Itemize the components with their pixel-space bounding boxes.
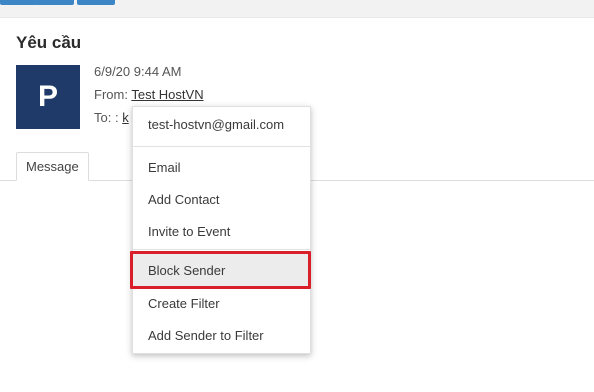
email-from: From: Test HostVN: [94, 87, 204, 102]
menu-header-email-address: test-hostvn@gmail.com: [148, 117, 285, 132]
email-subject: Yêu cầu: [16, 33, 82, 52]
menu-item-invite-to-event[interactable]: Invite to Event: [133, 219, 310, 245]
avatar-letter: P: [37, 80, 58, 113]
toolbar-button[interactable]: [77, 0, 115, 5]
toolbar: [0, 0, 594, 18]
menu-item-add-sender-to-filter[interactable]: Add Sender to Filter: [133, 323, 310, 349]
email-to: To: : k: [94, 110, 129, 125]
menu-item-block-sender[interactable]: Block Sender: [133, 258, 308, 284]
menu-item-add-contact[interactable]: Add Contact: [133, 187, 310, 213]
to-label: To: :: [94, 110, 119, 125]
tab-message[interactable]: Message: [16, 152, 89, 181]
from-label: From:: [94, 87, 128, 102]
menu-item-email[interactable]: Email: [133, 155, 310, 181]
menu-item-create-filter[interactable]: Create Filter: [133, 291, 310, 317]
menu-separator: [133, 146, 310, 147]
email-date: 6/9/20 9:44 AM: [94, 64, 182, 79]
menu-separator: [133, 249, 310, 250]
recipient-link[interactable]: k: [122, 110, 129, 125]
sender-avatar: P: [16, 65, 80, 129]
sender-link[interactable]: Test HostVN: [131, 87, 203, 102]
toolbar-button[interactable]: [0, 0, 38, 5]
toolbar-button[interactable]: [36, 0, 74, 5]
